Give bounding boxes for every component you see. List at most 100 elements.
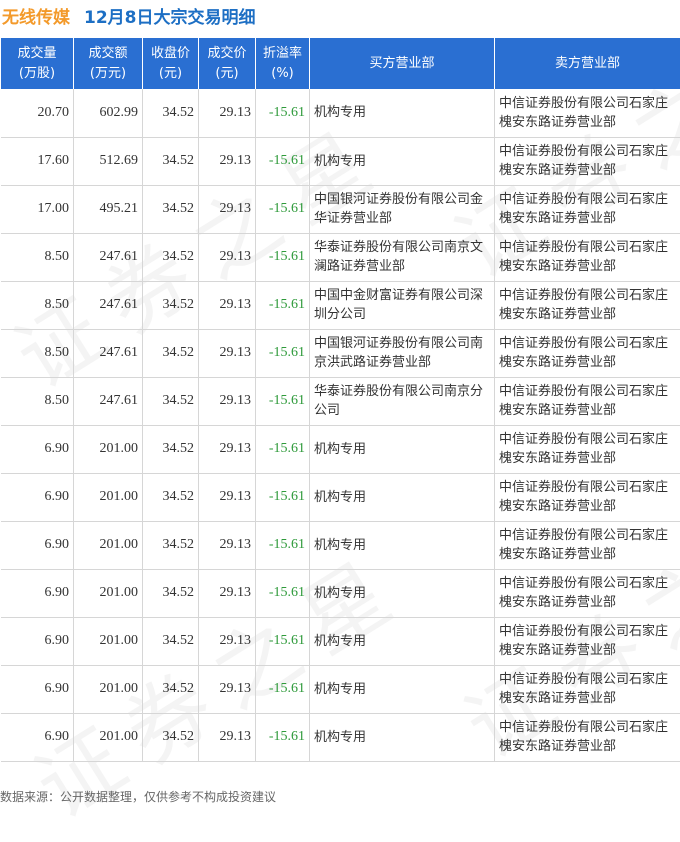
amount-cell: 247.61 — [74, 329, 143, 377]
seller-branch-cell: 中信证券股份有限公司石家庄槐安东路证券营业部 — [495, 569, 680, 617]
seller-branch-cell: 中信证券股份有限公司石家庄槐安东路证券营业部 — [495, 329, 680, 377]
buyer-branch-cell: 机构专用 — [310, 425, 495, 473]
trade-price-cell: 29.13 — [199, 89, 256, 137]
table-row: 20.70602.9934.5229.13-15.61机构专用中信证券股份有限公… — [1, 89, 680, 137]
amount-cell: 247.61 — [74, 233, 143, 281]
table-row: 6.90201.0034.5229.13-15.61机构专用中信证券股份有限公司… — [1, 713, 680, 761]
volume-cell: 6.90 — [1, 425, 74, 473]
seller-branch-cell: 中信证券股份有限公司石家庄槐安东路证券营业部 — [495, 665, 680, 713]
premium-rate-cell: -15.61 — [256, 185, 310, 233]
buyer-branch-cell: 机构专用 — [310, 569, 495, 617]
trade-price-cell: 29.13 — [199, 185, 256, 233]
close-price-cell: 34.52 — [143, 665, 199, 713]
close-price-cell: 34.52 — [143, 521, 199, 569]
seller-branch-cell: 中信证券股份有限公司石家庄槐安东路证券营业部 — [495, 617, 680, 665]
header-label: 买方营业部 — [310, 54, 494, 74]
volume-cell: 6.90 — [1, 521, 74, 569]
trade-price-cell: 29.13 — [199, 233, 256, 281]
trade-price-cell: 29.13 — [199, 473, 256, 521]
amount-cell: 602.99 — [74, 89, 143, 137]
volume-cell: 6.90 — [1, 473, 74, 521]
header-unit: (元) — [143, 64, 198, 84]
buyer-branch-cell: 华泰证券股份有限公司南京分公司 — [310, 377, 495, 425]
volume-cell: 8.50 — [1, 377, 74, 425]
stock-name: 无线传媒 — [2, 3, 70, 28]
premium-rate-cell: -15.61 — [256, 473, 310, 521]
seller-branch-cell: 中信证券股份有限公司石家庄槐安东路证券营业部 — [495, 377, 680, 425]
amount-cell: 201.00 — [74, 617, 143, 665]
table-row: 8.50247.6134.5229.13-15.61中国银河证券股份有限公司南京… — [1, 329, 680, 377]
trade-price-cell: 29.13 — [199, 377, 256, 425]
table-row: 8.50247.6134.5229.13-15.61华泰证券股份有限公司南京分公… — [1, 377, 680, 425]
premium-rate-cell: -15.61 — [256, 713, 310, 761]
amount-cell: 201.00 — [74, 521, 143, 569]
premium-rate-cell: -15.61 — [256, 617, 310, 665]
amount-cell: 201.00 — [74, 473, 143, 521]
volume-cell: 8.50 — [1, 281, 74, 329]
amount-cell: 201.00 — [74, 569, 143, 617]
close-price-cell: 34.52 — [143, 569, 199, 617]
seller-branch-cell: 中信证券股份有限公司石家庄槐安东路证券营业部 — [495, 89, 680, 137]
col-seller-header: 卖方营业部 — [495, 38, 680, 89]
close-price-cell: 34.52 — [143, 425, 199, 473]
trade-price-cell: 29.13 — [199, 281, 256, 329]
block-trade-table: 成交量(万股)成交额(万元)收盘价(元)成交价(元)折溢率(%)买方营业部卖方营… — [0, 38, 680, 762]
seller-branch-cell: 中信证券股份有限公司石家庄槐安东路证券营业部 — [495, 713, 680, 761]
header-label: 卖方营业部 — [495, 54, 680, 74]
volume-cell: 6.90 — [1, 665, 74, 713]
buyer-branch-cell: 机构专用 — [310, 473, 495, 521]
header-label: 成交额 — [74, 44, 142, 64]
buyer-branch-cell: 机构专用 — [310, 89, 495, 137]
buyer-branch-cell: 机构专用 — [310, 521, 495, 569]
header-unit: (%) — [256, 64, 309, 84]
header-label: 成交价 — [199, 44, 255, 64]
volume-cell: 6.90 — [1, 617, 74, 665]
col-premium-header: 折溢率(%) — [256, 38, 310, 89]
volume-cell: 6.90 — [1, 713, 74, 761]
buyer-branch-cell: 机构专用 — [310, 137, 495, 185]
volume-cell: 20.70 — [1, 89, 74, 137]
close-price-cell: 34.52 — [143, 89, 199, 137]
header-label: 收盘价 — [143, 44, 198, 64]
seller-branch-cell: 中信证券股份有限公司石家庄槐安东路证券营业部 — [495, 137, 680, 185]
buyer-branch-cell: 中国中金财富证券有限公司深圳分公司 — [310, 281, 495, 329]
seller-branch-cell: 中信证券股份有限公司石家庄槐安东路证券营业部 — [495, 281, 680, 329]
seller-branch-cell: 中信证券股份有限公司石家庄槐安东路证券营业部 — [495, 425, 680, 473]
header-label: 折溢率 — [256, 44, 309, 64]
premium-rate-cell: -15.61 — [256, 569, 310, 617]
close-price-cell: 34.52 — [143, 473, 199, 521]
volume-cell: 17.60 — [1, 137, 74, 185]
page-title: 12月8日大宗交易明细 — [84, 3, 256, 28]
seller-branch-cell: 中信证券股份有限公司石家庄槐安东路证券营业部 — [495, 473, 680, 521]
table-row: 17.60512.6934.5229.13-15.61机构专用中信证券股份有限公… — [1, 137, 680, 185]
col-close-header: 收盘价(元) — [143, 38, 199, 89]
table-row: 6.90201.0034.5229.13-15.61机构专用中信证券股份有限公司… — [1, 521, 680, 569]
amount-cell: 512.69 — [74, 137, 143, 185]
trade-price-cell: 29.13 — [199, 569, 256, 617]
premium-rate-cell: -15.61 — [256, 377, 310, 425]
table-body: 20.70602.9934.5229.13-15.61机构专用中信证券股份有限公… — [1, 89, 680, 761]
trade-price-cell: 29.13 — [199, 425, 256, 473]
close-price-cell: 34.52 — [143, 233, 199, 281]
close-price-cell: 34.52 — [143, 713, 199, 761]
col-buyer-header: 买方营业部 — [310, 38, 495, 89]
table-row: 6.90201.0034.5229.13-15.61机构专用中信证券股份有限公司… — [1, 569, 680, 617]
amount-cell: 201.00 — [74, 713, 143, 761]
volume-cell: 8.50 — [1, 329, 74, 377]
seller-branch-cell: 中信证券股份有限公司石家庄槐安东路证券营业部 — [495, 521, 680, 569]
trade-price-cell: 29.13 — [199, 617, 256, 665]
premium-rate-cell: -15.61 — [256, 233, 310, 281]
trade-price-cell: 29.13 — [199, 713, 256, 761]
buyer-branch-cell: 中国银河证券股份有限公司金华证券营业部 — [310, 185, 495, 233]
trade-price-cell: 29.13 — [199, 521, 256, 569]
volume-cell: 6.90 — [1, 569, 74, 617]
header-unit: (万元) — [74, 64, 142, 84]
table-row: 6.90201.0034.5229.13-15.61机构专用中信证券股份有限公司… — [1, 665, 680, 713]
close-price-cell: 34.52 — [143, 281, 199, 329]
buyer-branch-cell: 机构专用 — [310, 617, 495, 665]
seller-branch-cell: 中信证券股份有限公司石家庄槐安东路证券营业部 — [495, 233, 680, 281]
amount-cell: 201.00 — [74, 425, 143, 473]
col-price-header: 成交价(元) — [199, 38, 256, 89]
trade-price-cell: 29.13 — [199, 329, 256, 377]
premium-rate-cell: -15.61 — [256, 89, 310, 137]
